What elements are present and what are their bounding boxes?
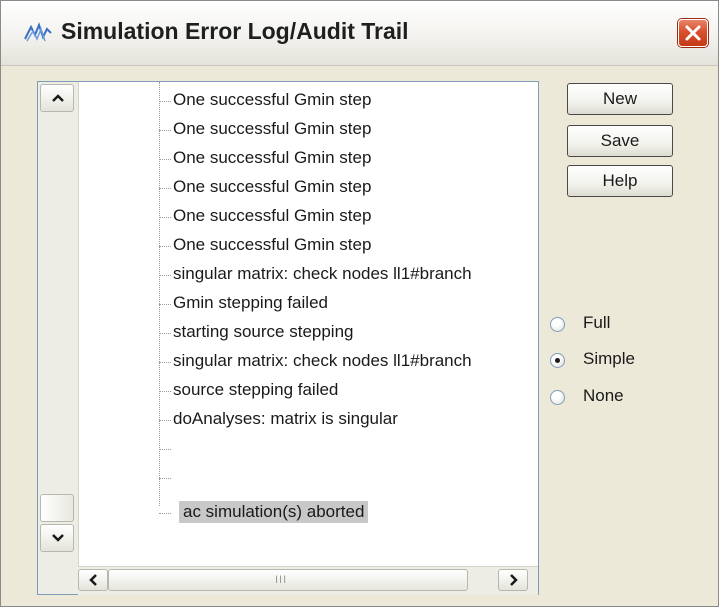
scroll-up-button[interactable] — [40, 84, 74, 112]
tree-branch-line — [159, 275, 171, 276]
simulation-wave-icon — [23, 21, 53, 45]
log-item-text: Gmin stepping failed — [173, 293, 328, 312]
radio-none[interactable]: None — [550, 386, 670, 410]
scrollbar-corner — [38, 566, 78, 594]
error-log-dialog: Simulation Error Log/Audit Trail One suc… — [0, 0, 719, 607]
log-item-text: doAnalyses: matrix is singular — [173, 409, 398, 428]
log-item[interactable]: singular matrix: check nodes ll1#branch — [159, 262, 538, 288]
radio-label: Simple — [583, 349, 635, 368]
horizontal-scrollbar[interactable]: III — [78, 566, 538, 595]
save-button[interactable]: Save — [567, 125, 673, 157]
log-item-selected[interactable]: ac simulation(s) aborted — [159, 500, 538, 526]
log-item-text: starting source stepping — [173, 322, 354, 341]
log-list: One successful Gmin step One successful G… — [78, 82, 538, 566]
tree-branch-line — [159, 130, 171, 131]
radio-label: None — [583, 386, 624, 405]
tree-branch-line — [159, 513, 171, 514]
log-item-text: singular matrix: check nodes ll1#branch — [173, 351, 472, 370]
close-button[interactable] — [678, 19, 708, 47]
tree-branch-line — [159, 188, 171, 189]
log-item[interactable]: One successful Gmin step — [159, 204, 538, 230]
radio-simple[interactable]: Simple — [550, 349, 670, 373]
new-button[interactable]: New — [567, 83, 673, 115]
scroll-right-button[interactable] — [498, 569, 528, 591]
radio-full[interactable]: Full — [550, 313, 670, 337]
chevron-up-icon — [52, 94, 64, 102]
log-item-text: One successful Gmin step — [173, 119, 372, 138]
tree-branch-line — [159, 362, 171, 363]
tree-branch-line — [159, 217, 171, 218]
horizontal-scroll-thumb[interactable]: III — [108, 569, 468, 591]
log-item-text: singular matrix: check nodes ll1#branch — [173, 264, 472, 283]
tree-branch-line — [159, 159, 171, 160]
tree-branch-line — [159, 420, 171, 421]
help-button[interactable]: Help — [567, 165, 673, 197]
log-item[interactable]: singular matrix: check nodes ll1#branch — [159, 349, 538, 375]
radio-selected-dot-icon — [555, 358, 560, 363]
chevron-left-icon — [89, 574, 97, 586]
radio-circle-icon[interactable] — [550, 317, 565, 332]
window-title: Simulation Error Log/Audit Trail — [61, 18, 409, 44]
log-item[interactable]: starting source stepping — [159, 320, 538, 346]
log-item[interactable] — [159, 465, 538, 491]
log-item[interactable]: doAnalyses: matrix is singular — [159, 407, 538, 433]
log-item[interactable]: One successful Gmin step — [159, 117, 538, 143]
log-item-text: One successful Gmin step — [173, 206, 372, 225]
radio-circle-icon[interactable] — [550, 390, 565, 405]
log-item-text: One successful Gmin step — [173, 235, 372, 254]
log-item[interactable]: One successful Gmin step — [159, 88, 538, 114]
radio-circle-icon[interactable] — [550, 353, 565, 368]
tree-branch-line — [159, 304, 171, 305]
scroll-down-button[interactable] — [40, 524, 74, 552]
vertical-scrollbar[interactable] — [38, 82, 79, 566]
log-tree-view[interactable]: One successful Gmin step One successful G… — [37, 81, 539, 595]
log-item[interactable]: source stepping failed — [159, 378, 538, 404]
log-item[interactable]: One successful Gmin step — [159, 146, 538, 172]
radio-label: Full — [583, 313, 611, 332]
scroll-grip: III — [275, 574, 288, 586]
log-item-text: source stepping failed — [173, 380, 339, 399]
chevron-down-icon — [52, 534, 64, 542]
log-item[interactable] — [159, 436, 538, 462]
log-item-text: One successful Gmin step — [173, 148, 372, 167]
chevron-right-icon — [510, 574, 518, 586]
title-bar[interactable]: Simulation Error Log/Audit Trail — [1, 1, 718, 66]
log-item-text: One successful Gmin step — [173, 90, 372, 109]
log-item[interactable]: Gmin stepping failed — [159, 291, 538, 317]
log-item[interactable]: One successful Gmin step — [159, 233, 538, 259]
tree-branch-line — [159, 478, 171, 479]
log-item-text: ac simulation(s) aborted — [179, 501, 369, 523]
scroll-left-button[interactable] — [78, 569, 108, 591]
vertical-scroll-thumb[interactable] — [40, 494, 74, 522]
log-item-text: One successful Gmin step — [173, 177, 372, 196]
tree-branch-line — [159, 449, 171, 450]
tree-branch-line — [159, 333, 171, 334]
log-item[interactable]: One successful Gmin step — [159, 175, 538, 201]
tree-branch-line — [159, 391, 171, 392]
tree-branch-line — [159, 246, 171, 247]
tree-branch-line — [159, 101, 171, 102]
close-icon — [685, 25, 701, 41]
